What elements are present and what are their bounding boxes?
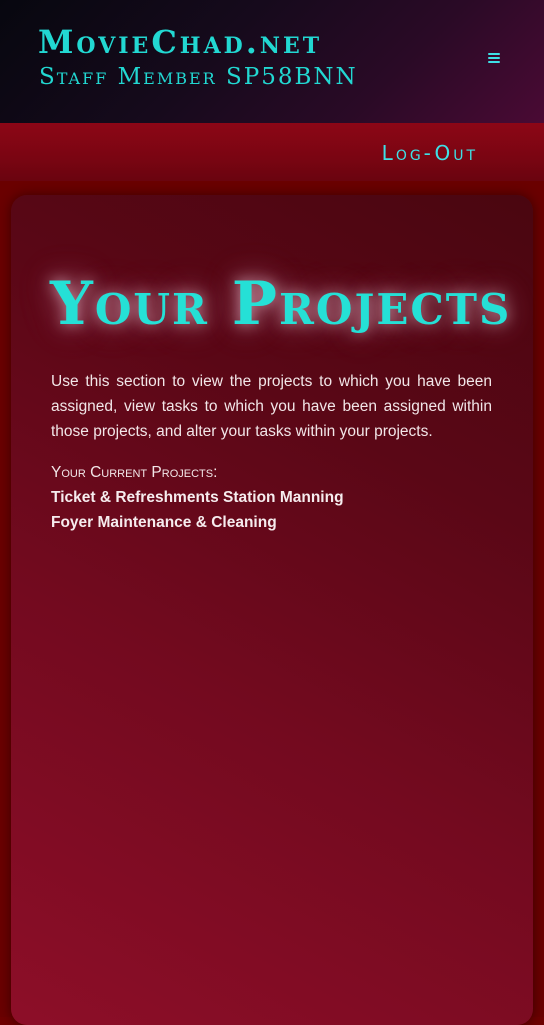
page-title: Your Projects — [50, 269, 512, 339]
intro-text: Use this section to view the projects to… — [51, 373, 492, 440]
project-list: Ticket & Refreshments Station Manning Fo… — [51, 485, 344, 535]
current-projects-heading: Your Current Projects: — [51, 464, 218, 481]
site-header: MovieChad.net Staff Member SP58BNN — [0, 0, 544, 123]
hamburger-menu-icon[interactable] — [486, 50, 502, 66]
staff-member-label: Staff Member SP58BNN — [39, 64, 358, 90]
project-link-foyer-maintenance[interactable]: Foyer Maintenance & Cleaning — [51, 510, 344, 535]
site-title[interactable]: MovieChad.net — [38, 24, 322, 60]
logout-link[interactable]: Log-Out — [382, 141, 478, 165]
project-link-ticket-refreshments[interactable]: Ticket & Refreshments Station Manning — [51, 485, 344, 510]
